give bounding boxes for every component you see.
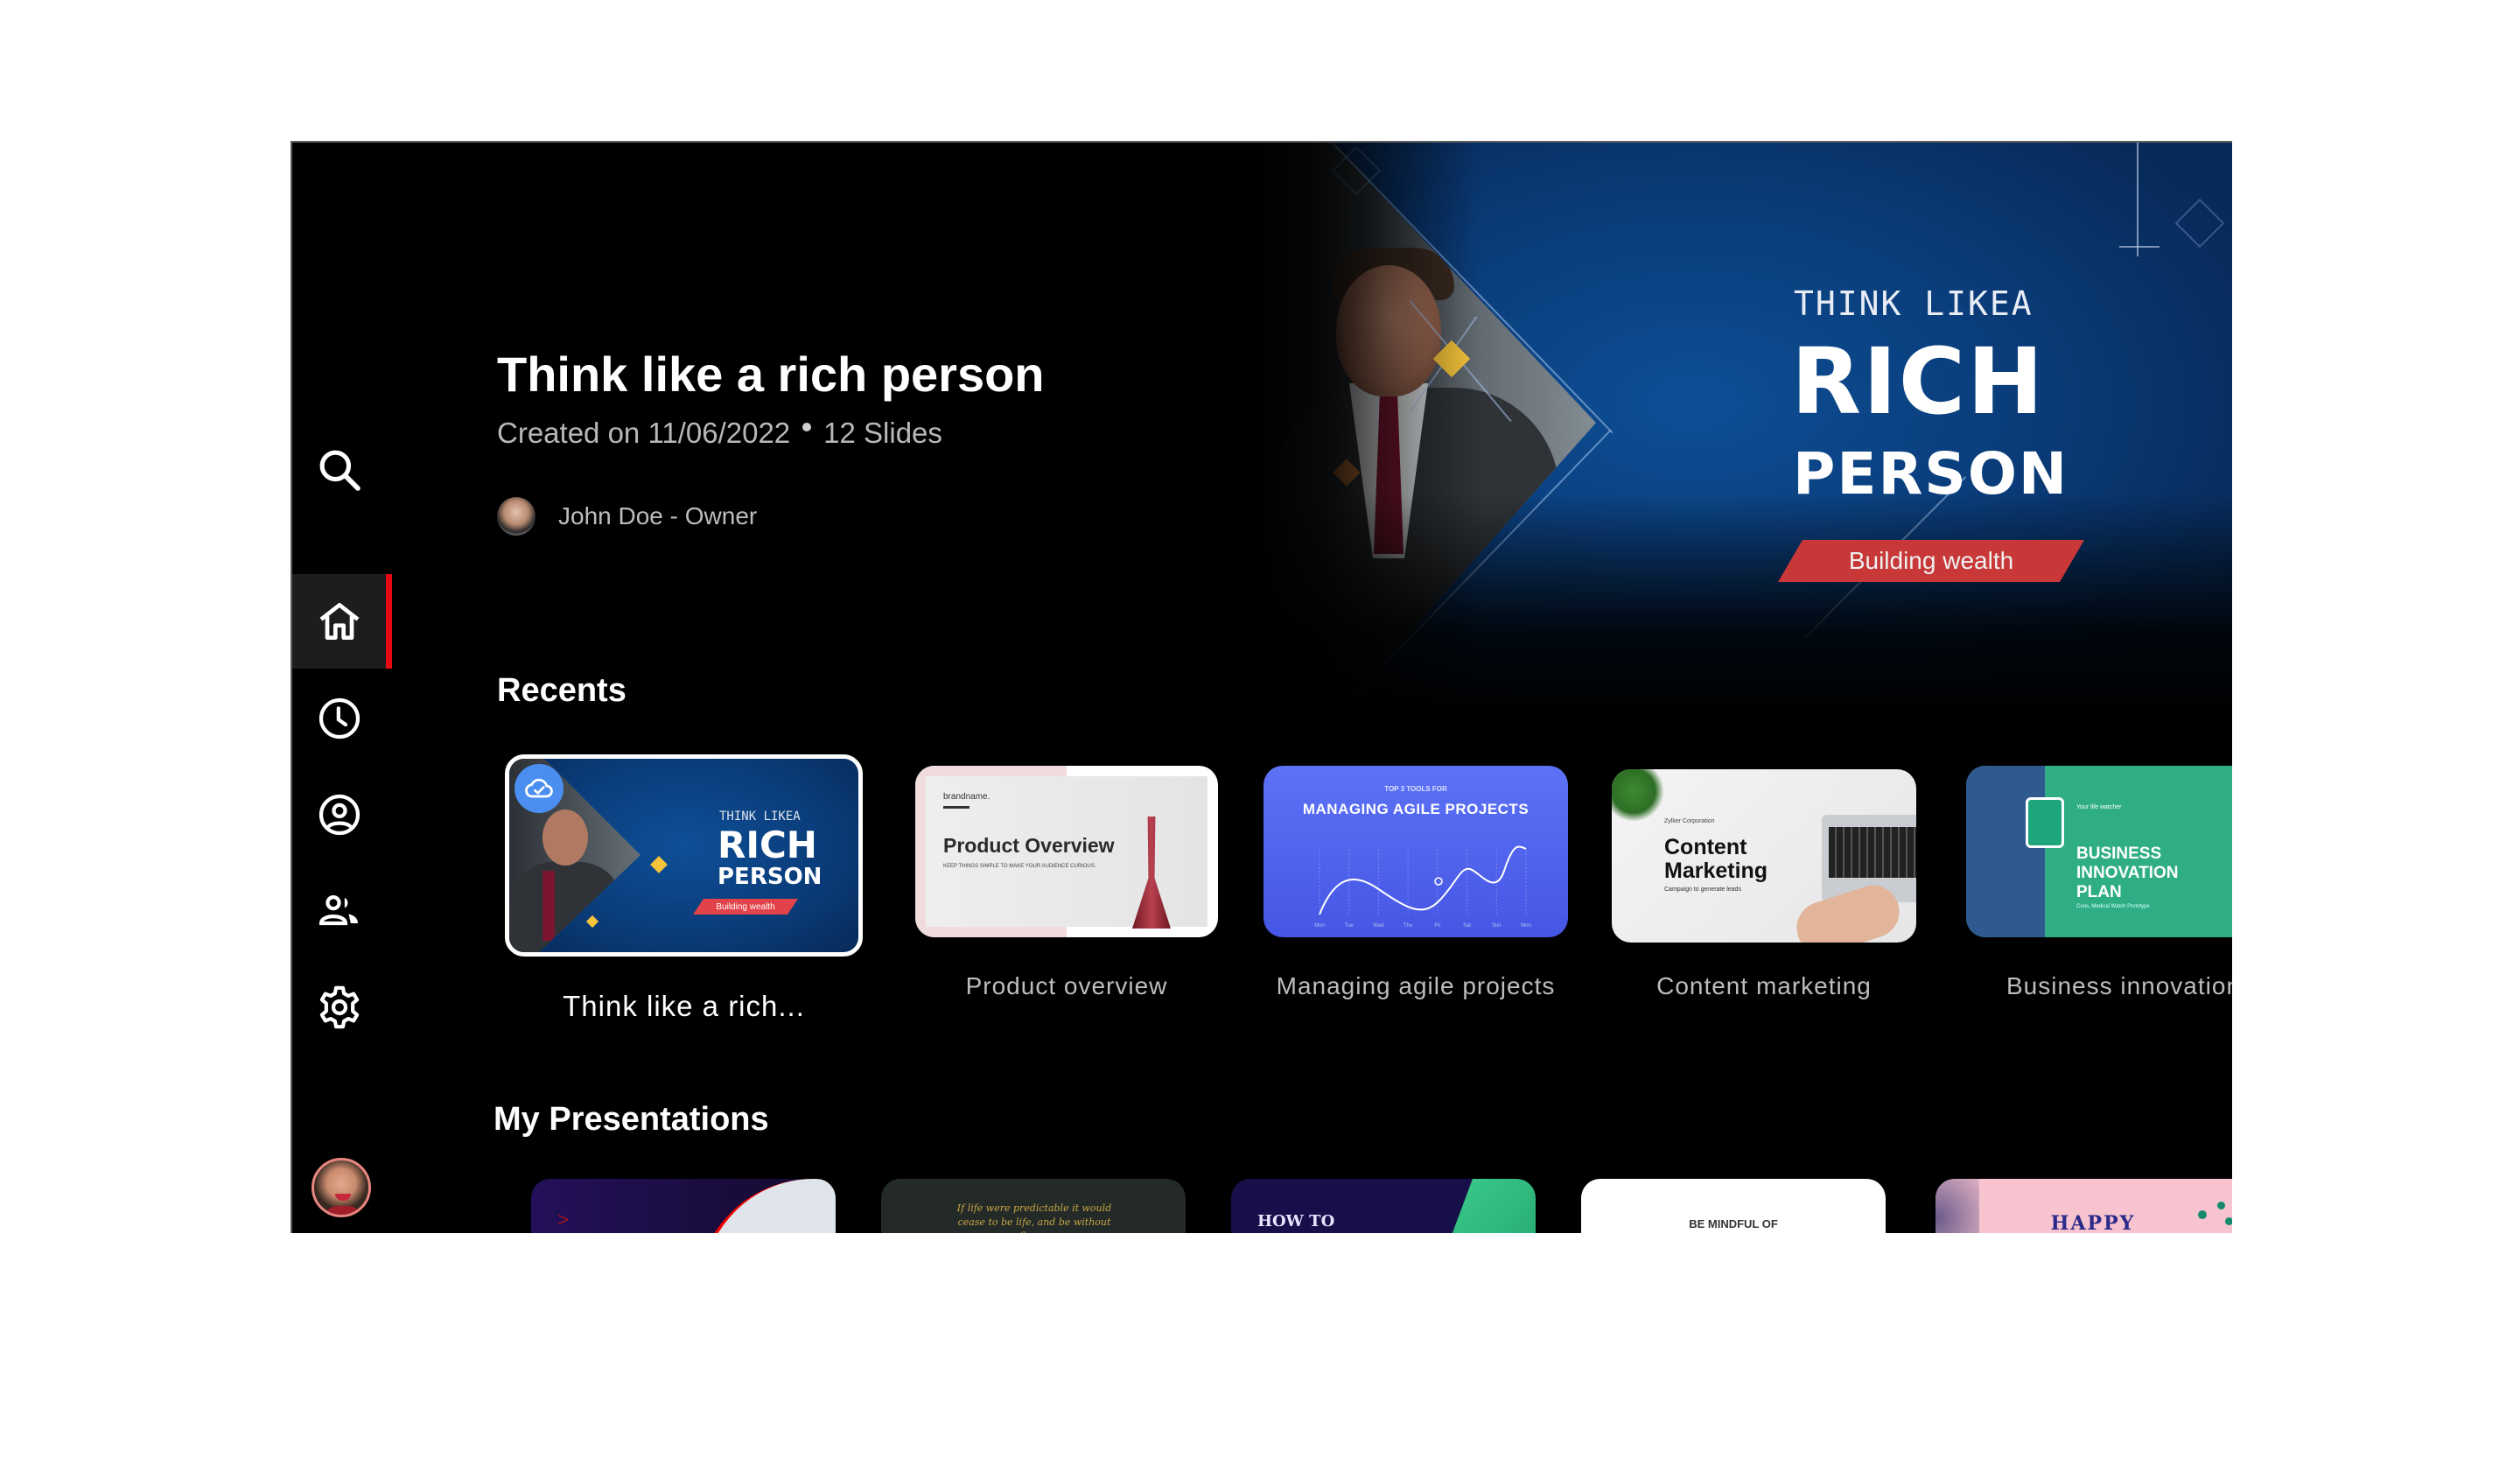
thumb-text: KEEP THINGS SIMPLE TO MAKE YOUR AUDIENCE… xyxy=(943,864,1096,869)
search-icon xyxy=(319,450,360,491)
preview-line1: THINK LIKEA xyxy=(1794,284,2034,323)
recent-card-business-innovation[interactable]: Your life watcher BUSINESS INNOVATION PLAN… xyxy=(1966,766,2232,937)
presentation-card[interactable]: > xyxy=(531,1179,836,1233)
thumb-text: BE MINDFUL OF xyxy=(1689,1217,1778,1230)
recent-card-think-like-rich[interactable]: THINK LIKEA RICH PERSON Building wealth xyxy=(505,754,863,957)
chart-line xyxy=(1319,845,1527,915)
thumb-text: PERSON xyxy=(718,864,822,890)
thumb-text: Coris, Medical Watch Prototype xyxy=(2076,904,2150,909)
thumb-logo-tag xyxy=(2026,797,2064,848)
sidebar-item-profile[interactable] xyxy=(292,768,387,862)
home-icon xyxy=(319,603,360,640)
chart-point xyxy=(1434,877,1443,886)
preview-line2: RICH xyxy=(1791,328,2046,435)
owner-avatar xyxy=(497,497,536,536)
cloud-check-icon xyxy=(525,778,553,798)
recent-card-content-marketing[interactable]: Zylker Corporation Content Marketing Camp… xyxy=(1612,769,1916,943)
chart-day-label: Mon xyxy=(1314,923,1325,929)
thumb-text: THINK LIKEA xyxy=(719,810,801,824)
thumb-plant xyxy=(1612,769,1664,822)
chart-day-label: Fri xyxy=(1434,923,1440,929)
avatar-detail xyxy=(335,1194,351,1201)
owner-row: John Doe - Owner xyxy=(497,497,757,536)
thumb-decor xyxy=(697,1179,836,1233)
thumb-decor xyxy=(650,856,668,873)
thumb-decor xyxy=(1424,1179,1536,1233)
sidebar-item-search[interactable] xyxy=(292,423,387,517)
thumb-text: Zylker Corporation xyxy=(1664,818,1715,824)
chart-day-label: Mon xyxy=(1521,923,1531,929)
thumb-decor xyxy=(2225,1217,2232,1225)
presentation-card[interactable]: HOW TO xyxy=(1231,1179,1536,1233)
sidebar-item-settings[interactable] xyxy=(292,960,387,1055)
thumb-text: Content Marketing xyxy=(1664,835,1768,883)
thumb-text: Your life watcher xyxy=(2076,804,2122,810)
recent-card-label[interactable]: Business innovation xyxy=(1966,972,2232,1000)
recent-card-label[interactable]: Think like a rich... xyxy=(505,990,863,1023)
chart-day-label: Wed xyxy=(1373,923,1383,929)
decor-crosshair xyxy=(2137,143,2138,256)
hero-preview-image[interactable]: THINK LIKEA RICH PERSON Building wealth xyxy=(1253,143,2232,720)
user-avatar[interactable] xyxy=(312,1158,371,1217)
thumb-decor xyxy=(2198,1210,2207,1219)
slide-count: 12 Slides xyxy=(823,417,942,449)
thumb-text: brandname. xyxy=(943,792,990,802)
thumb-line-chart: Mon Tue Wed Thu Fri Sat Sun Mon xyxy=(1314,845,1531,929)
thumb-text: Campaign to generate leads xyxy=(1664,887,1741,893)
sidebar xyxy=(292,143,392,1233)
thumb-ribbon: Building wealth xyxy=(693,899,798,915)
chart-day-label: Thu xyxy=(1404,923,1412,929)
presentation-title: Think like a rich person xyxy=(497,347,1045,402)
chart-day-label: Sat xyxy=(1463,923,1471,929)
people-icon xyxy=(318,895,358,926)
presentation-card[interactable]: If life were predictable it would cease … xyxy=(881,1179,1186,1233)
recents-heading: Recents xyxy=(497,672,626,709)
recent-card-managing-agile[interactable]: TOP 3 TOOLS FOR MANAGING AGILE PROJECTS … xyxy=(1264,766,1568,937)
presentation-meta: Created on 11/06/2022 12 Slides xyxy=(497,417,942,450)
thumb-text: HOW TO xyxy=(1257,1212,1335,1230)
presentation-card[interactable]: BE MINDFUL OF xyxy=(1581,1179,1886,1233)
thumb-text: > xyxy=(557,1209,569,1230)
sidebar-item-home[interactable] xyxy=(292,574,392,669)
app-window: THINK LIKEA RICH PERSON Building wealth xyxy=(290,141,2232,1233)
owner-name: John Doe - Owner xyxy=(558,502,758,529)
my-presentations-heading: My Presentations xyxy=(494,1101,769,1138)
clock-icon xyxy=(318,697,360,740)
decor-crosshair xyxy=(2119,246,2160,248)
created-date: Created on 11/06/2022 xyxy=(497,417,791,449)
thumb-decor xyxy=(585,915,599,929)
thumb-text: Product Overview xyxy=(943,834,1115,857)
preview-ribbon: Building wealth xyxy=(1778,540,2084,582)
thumb-keyboard xyxy=(1829,827,1916,878)
thumb-decor xyxy=(2217,1202,2225,1209)
thumb-decor xyxy=(943,806,970,809)
avatar-detail xyxy=(321,1206,365,1215)
thumb-text: BUSINESS INNOVATION PLAN xyxy=(2076,845,2179,901)
chart-day-label: Sun xyxy=(1492,923,1502,929)
thumb-text: If life were predictable it would cease … xyxy=(956,1202,1112,1233)
thumb-text: RICH xyxy=(718,824,817,866)
thumb-decor xyxy=(1966,766,2045,937)
recent-card-label[interactable]: Content marketing xyxy=(1612,972,1916,1000)
presentation-card[interactable]: HAPPY xyxy=(1936,1179,2232,1233)
cloud-synced-badge xyxy=(514,764,564,813)
separator-dot xyxy=(802,423,812,431)
account-circle-icon xyxy=(318,794,360,836)
gear-icon xyxy=(319,985,360,1029)
recent-card-product-overview[interactable]: brandname. Product Overview KEEP THINGS … xyxy=(915,766,1218,937)
recent-card-label[interactable]: Product overview xyxy=(915,972,1218,1000)
outline-diamond-shape xyxy=(2174,198,2225,249)
recent-card-label[interactable]: Managing agile projects xyxy=(1264,972,1568,1000)
hero-fade xyxy=(1253,493,2232,720)
thumb-text: HAPPY xyxy=(2050,1212,2136,1233)
chart-day-label: Tue xyxy=(1345,923,1354,929)
sidebar-item-shared[interactable] xyxy=(292,864,387,958)
sidebar-item-recent[interactable] xyxy=(292,671,387,766)
